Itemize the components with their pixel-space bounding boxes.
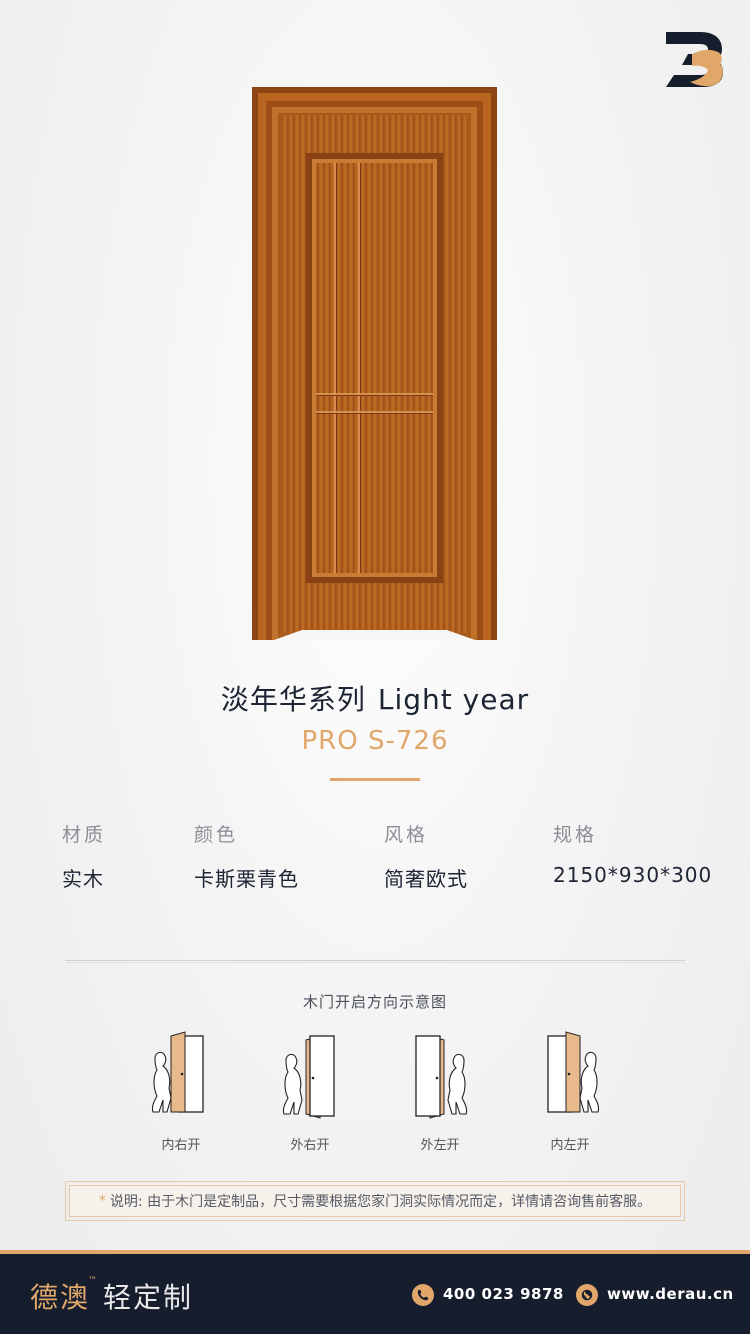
- spec-label: 规格: [553, 824, 598, 846]
- spec-label: 材质: [62, 824, 107, 846]
- note-mark: *: [98, 1193, 106, 1209]
- product-series-english: Light year: [377, 683, 530, 716]
- diagram-label: 内左开: [550, 1138, 590, 1153]
- note-text: 说明: 由于木门是定制品，尺寸需要根据您家门洞实际情况而定，详情请咨询售前客服。: [109, 1194, 652, 1210]
- product-title: 淡年华系列 Light year: [0, 678, 750, 718]
- diagram-label: 内右开: [161, 1138, 201, 1153]
- spec-color: 颜色 卡斯栗青色: [194, 820, 299, 892]
- product-model: PRO S-726: [301, 726, 449, 756]
- phone-number[interactable]: 400 023 9878: [443, 1285, 564, 1303]
- spec-value: 实木: [62, 867, 104, 891]
- accent-divider: [330, 778, 420, 781]
- diagram-outward-right: 外右开: [270, 1028, 350, 1153]
- custom-note-inner: * 说明: 由于木门是定制品，尺寸需要根据您家门洞实际情况而定，详情请咨询售前客…: [69, 1185, 681, 1217]
- spec-value: 卡斯栗青色: [194, 867, 299, 891]
- door-inward-left-icon: [547, 1031, 600, 1113]
- door-inward-right-icon: [151, 1031, 204, 1113]
- diagram-inward-right: 内右开: [141, 1028, 221, 1153]
- website-link[interactable]: www.derau.cn: [607, 1285, 734, 1303]
- product-series-name: 淡年华系列: [220, 683, 366, 716]
- door-outward-right-icon: [282, 1035, 335, 1119]
- diagram-label: 外左开: [420, 1138, 460, 1153]
- diagram-label: 外右开: [290, 1138, 330, 1153]
- diagram-inward-left: 内左开: [530, 1028, 610, 1153]
- globe-icon: [576, 1284, 598, 1306]
- door-image: [252, 87, 497, 640]
- spec-material: 材质 实木: [62, 820, 106, 892]
- spec-label: 颜色: [194, 824, 239, 846]
- footer-brand: 德澳™ 轻定制: [30, 1276, 193, 1316]
- brand-subtitle: 轻定制: [103, 1281, 194, 1314]
- spec-value: 2150*930*300: [553, 863, 713, 887]
- spec-size: 规格 2150*930*300: [553, 820, 712, 887]
- spec-value: 简奢欧式: [384, 867, 468, 891]
- custom-note: * 说明: 由于木门是定制品，尺寸需要根据您家门洞实际情况而定，详情请咨询售前客…: [65, 1181, 685, 1221]
- phone-icon: [412, 1284, 434, 1306]
- spec-style: 风格 简奢欧式: [384, 820, 468, 892]
- brand-name: 德澳: [30, 1281, 91, 1314]
- trademark: ™: [88, 1276, 100, 1286]
- diagram-title: 木门开启方向示意图: [302, 993, 447, 1011]
- door-outward-left-icon: [415, 1035, 468, 1119]
- footer: 德澳™ 轻定制 400 023 9878 www.derau.cn: [0, 1254, 750, 1334]
- brand-logo: [664, 30, 724, 88]
- section-divider: [65, 960, 685, 963]
- spec-label: 风格: [384, 824, 429, 846]
- diagram-outward-left: 外左开: [400, 1028, 480, 1153]
